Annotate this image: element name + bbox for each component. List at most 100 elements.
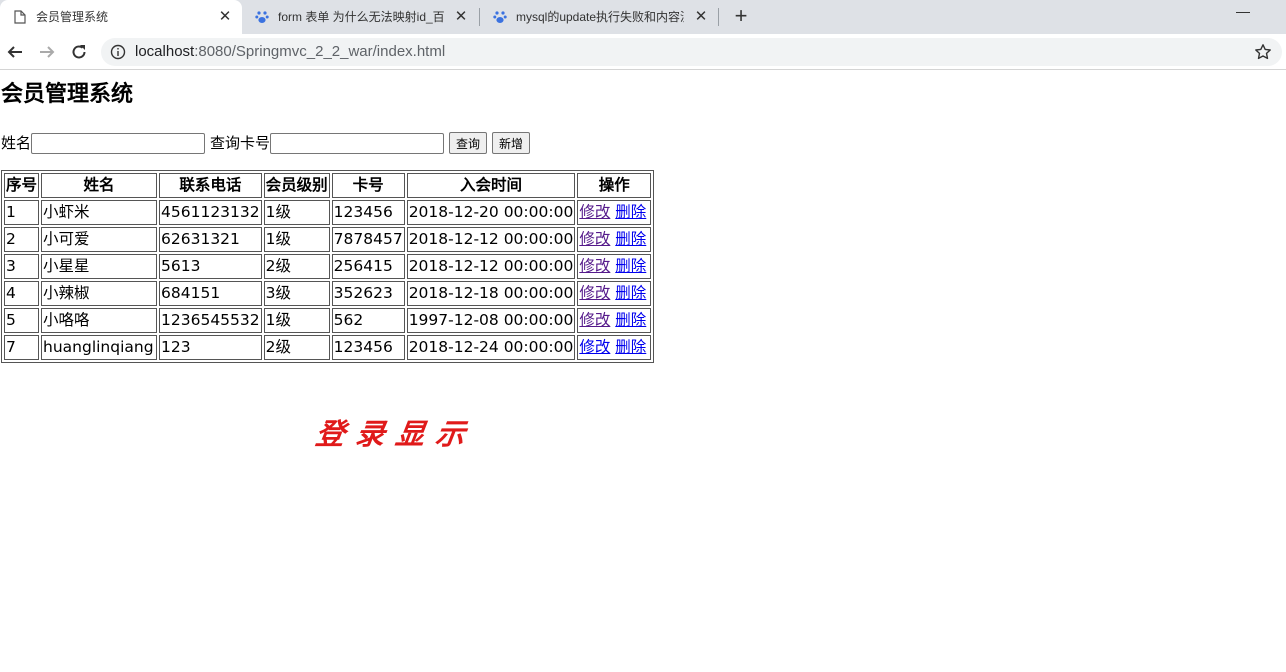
reload-button[interactable] [67,40,91,64]
cell-actions: 修改 删除 [577,227,652,252]
query-button[interactable]: 查询 [449,132,488,154]
tab-title: 会员管理系统 [36,10,109,24]
tab-title: mysql的update执行失败和内容没 [516,10,684,24]
reload-icon [72,45,86,59]
delete-link[interactable]: 删除 [615,203,646,221]
cell-joined: 2018-12-24 00:00:00 [406,335,576,360]
cell-card: 562 [331,308,405,333]
tab-member-system[interactable]: 会员管理系统 ✕ [0,0,242,34]
cell-actions: 修改 删除 [577,254,652,279]
table-row: 7 huanglinqiang 123 2级 123456 2018-12-24 00:0… [4,335,652,360]
delete-link[interactable]: 删除 [615,257,646,275]
cell-phone: 4561123132 [159,200,262,225]
cell-id: 2 [4,227,40,252]
edit-link[interactable]: 修改 [579,230,610,248]
cell-card: 123456 [331,200,405,225]
header-id: 序号 [4,173,40,198]
name-input[interactable] [31,132,206,154]
member-table: 序号 姓名 联系电话 会员级别 卡号 入会时间 操作 1 小虾米 456112313… [1,170,655,363]
edit-link[interactable]: 修改 [579,311,610,329]
name-label: 姓名 [1,134,32,152]
address-bar[interactable]: localhost:8080/Springmvc_2_2_war/index.h… [101,38,1282,66]
baidu-paw-icon [255,10,269,24]
cell-card: 123456 [331,335,405,360]
edit-link[interactable]: 修改 [579,257,610,275]
cell-id: 7 [4,335,40,360]
cell-name: 小咯咯 [41,308,158,333]
minimize-window-button[interactable] [1236,12,1250,13]
baidu-paw-icon [493,10,507,24]
cell-actions: 修改 删除 [577,200,652,225]
url-text: localhost:8080/Springmvc_2_2_war/index.h… [135,43,446,60]
delete-link[interactable]: 删除 [615,284,646,302]
cell-joined: 2018-12-20 00:00:00 [406,200,576,225]
table-row: 5 小咯咯 1236545532 1级 562 1997-12-08 00:00:00 修改… [4,308,652,333]
cell-card: 256415 [331,254,405,279]
cell-card: 352623 [331,281,405,306]
forward-button[interactable] [35,40,59,64]
info-icon[interactable] [110,44,126,60]
cell-phone: 62631321 [159,227,262,252]
cell-actions: 修改 删除 [577,281,652,306]
cell-phone: 123 [159,335,262,360]
arrow-right-icon [40,46,55,58]
table-row: 3 小星星 5613 2级 256415 2018-12-12 00:00:00 修改 删除 [4,254,652,279]
tab-baidu-mysql[interactable]: mysql的update执行失败和内容没 ✕ [480,0,718,34]
cell-level: 3级 [263,281,330,306]
back-button[interactable] [3,40,27,64]
cell-card: 7878457 [331,227,405,252]
table-row: 2 小可爱 62631321 1级 7878457 2018-12-12 00:00:00… [4,227,652,252]
cell-phone: 1236545532 [159,308,262,333]
card-number-input[interactable] [270,132,445,154]
tab-title: form 表单 为什么无法映射id_百度 [278,10,444,24]
cell-level: 1级 [263,308,330,333]
header-joined: 入会时间 [406,173,576,198]
header-card: 卡号 [331,173,405,198]
new-tab-button[interactable]: + [730,5,752,28]
table-row: 1 小虾米 4561123132 1级 123456 2018-12-20 00:00:0… [4,200,652,225]
delete-link[interactable]: 删除 [615,230,646,248]
delete-link[interactable]: 删除 [615,338,646,356]
login-display-watermark: 登录显示 [313,417,479,451]
cell-level: 2级 [263,335,330,360]
cell-name: 小星星 [41,254,158,279]
close-icon[interactable]: ✕ [218,9,232,24]
cell-level: 2级 [263,254,330,279]
browser-toolbar: localhost:8080/Springmvc_2_2_war/index.h… [0,34,1286,70]
cell-name: 小辣椒 [41,281,158,306]
cell-joined: 2018-12-12 00:00:00 [406,254,576,279]
header-actions: 操作 [577,173,652,198]
cell-id: 3 [4,254,40,279]
close-icon[interactable]: ✕ [454,9,468,24]
cell-level: 1级 [263,200,330,225]
close-icon[interactable]: ✕ [694,9,708,24]
table-row: 4 小辣椒 684151 3级 352623 2018-12-18 00:00:00 修改 … [4,281,652,306]
tab-baidu-form[interactable]: form 表单 为什么无法映射id_百度 ✕ [242,0,478,34]
cell-name: 小虾米 [41,200,158,225]
cell-phone: 5613 [159,254,262,279]
cell-name: huanglinqiang [41,335,158,360]
delete-link[interactable]: 删除 [615,311,646,329]
cell-id: 4 [4,281,40,306]
cell-id: 5 [4,308,40,333]
cell-level: 1级 [263,227,330,252]
tab-separator [718,8,719,26]
header-level: 会员级别 [263,173,330,198]
cell-name: 小可爱 [41,227,158,252]
edit-link[interactable]: 修改 [579,284,610,302]
page-content: 会员管理系统 姓名 查询卡号 查询 新增 序号 姓名 联系电话 会员级别 卡号 … [0,71,1286,672]
arrow-left-icon [7,46,22,58]
header-phone: 联系电话 [159,173,262,198]
search-form: 姓名 查询卡号 查询 新增 [1,132,531,154]
table-header-row: 序号 姓名 联系电话 会员级别 卡号 入会时间 操作 [4,173,652,198]
cell-joined: 2018-12-12 00:00:00 [406,227,576,252]
bookmark-star-icon[interactable] [1254,43,1272,61]
add-button[interactable]: 新增 [492,132,531,154]
card-label: 查询卡号 [210,134,271,152]
tab-strip: 会员管理系统 ✕ form 表单 为什么无法映射id_百度 ✕ mysql的up… [0,0,1286,34]
edit-link[interactable]: 修改 [579,338,610,356]
cell-id: 1 [4,200,40,225]
cell-actions: 修改 删除 [577,308,652,333]
cell-actions: 修改 删除 [577,335,652,360]
edit-link[interactable]: 修改 [579,203,610,221]
